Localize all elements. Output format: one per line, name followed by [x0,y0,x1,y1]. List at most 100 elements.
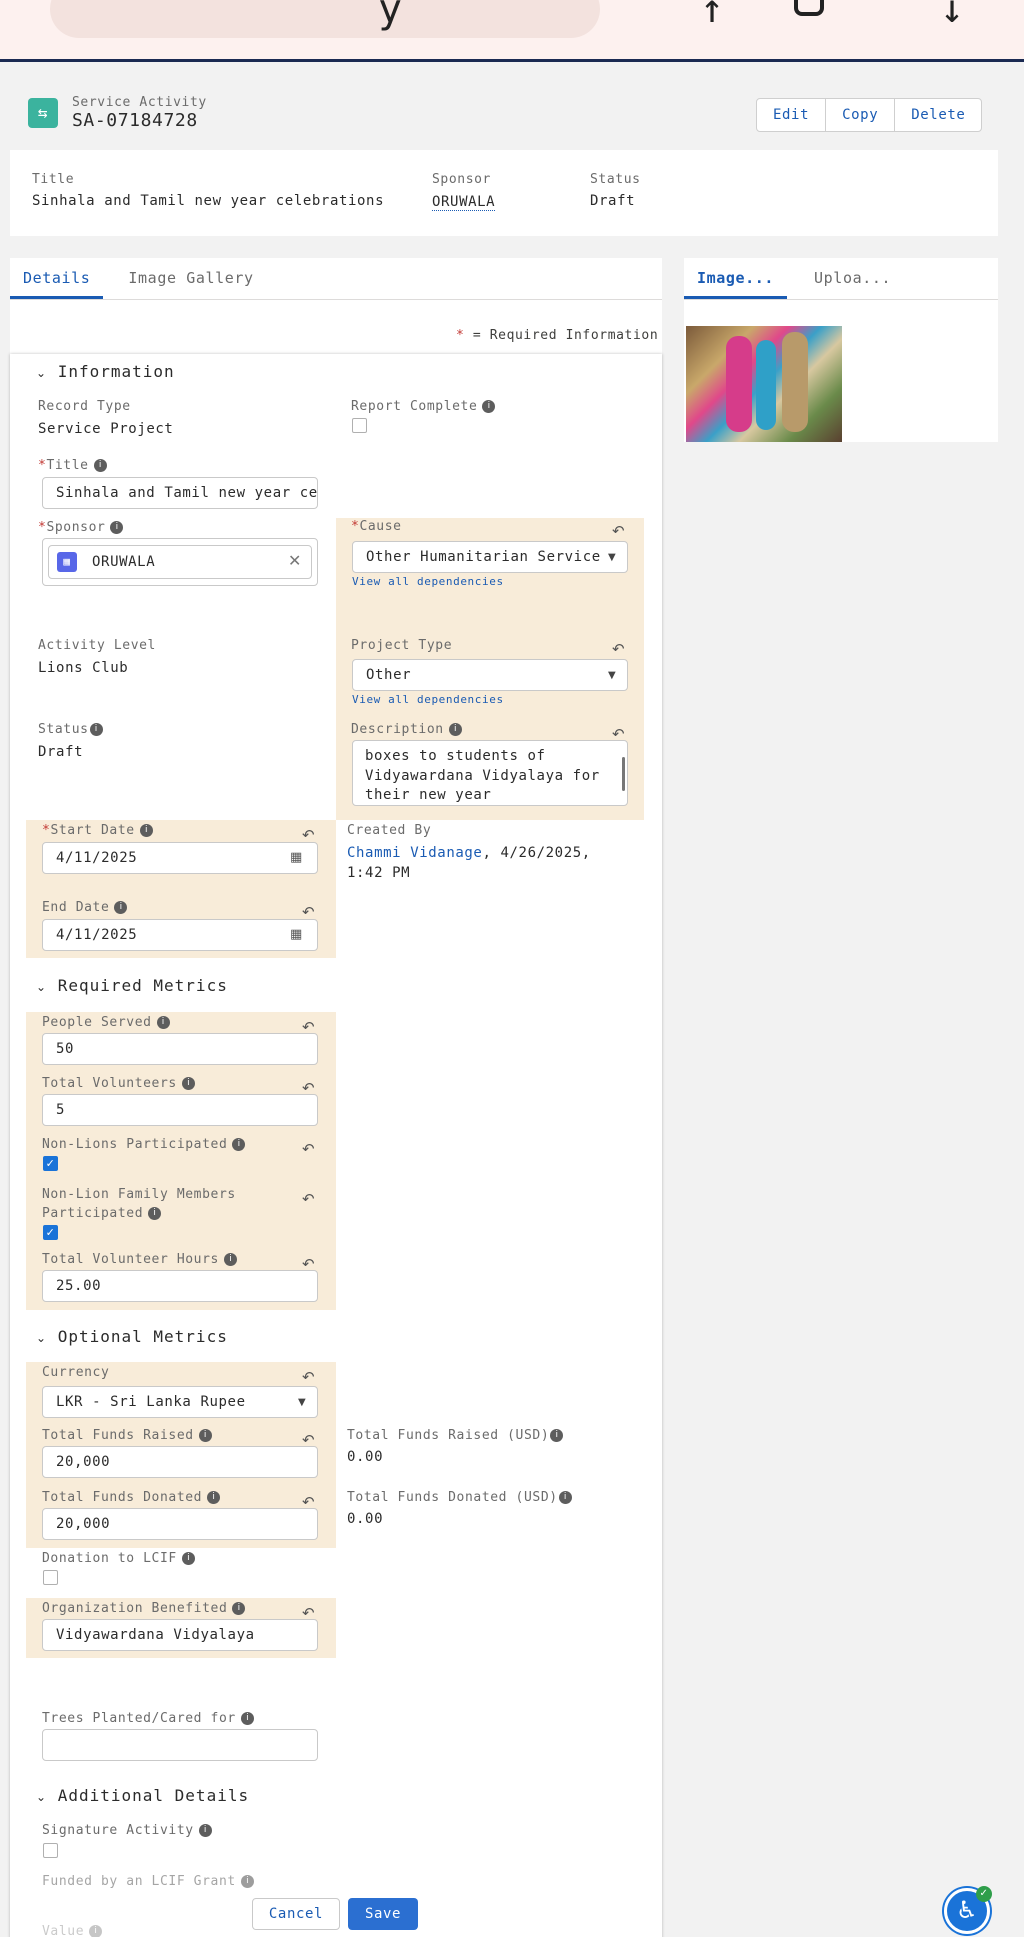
funds-donated-usd-label: Total Funds Donated (USD) i [347,1490,572,1505]
report-complete-checkbox[interactable] [352,418,367,433]
status-bar-pill [50,0,600,38]
delete-button[interactable]: Delete [895,99,981,131]
section-additional-details-title: Additional Details [57,1786,250,1805]
required-note-text: = Required Information [472,328,659,343]
tab-images[interactable]: Image... [684,258,788,299]
info-icon: i [240,1712,254,1725]
people-served-input[interactable]: 50 [42,1033,318,1065]
action-button-group: Edit Copy Delete [756,98,983,132]
total-volunteers-label: Total Volunteers i [42,1076,195,1091]
funds-donated-usd-label-text: Total Funds Donated (USD) [347,1490,558,1505]
activity-level-label: Activity Level [38,638,156,653]
report-complete-text: Report Complete [351,399,478,414]
highlight-sponsor-link[interactable]: ORUWALA [432,194,496,211]
info-icon: i [148,1207,162,1220]
title-label-text: Title [46,458,89,473]
calendar-icon[interactable]: ▦ [290,850,303,865]
trees-planted-input[interactable] [42,1729,318,1761]
info-icon: i [114,901,128,914]
save-button[interactable]: Save [348,1898,418,1930]
description-textarea[interactable]: boxes to students of Vidyawardana Vidyal… [352,740,628,806]
info-icon: i [207,1491,221,1504]
total-volunteers-input[interactable]: 5 [42,1094,318,1126]
status-label-text: Status [38,722,89,737]
tab-details[interactable]: Details [10,258,104,299]
info-icon: i [550,1429,564,1442]
gallery-thumbnail-image[interactable] [686,326,842,442]
section-information-header[interactable]: ⌄ Information [36,362,175,381]
undo-icon[interactable]: ↶ [612,640,625,658]
photo-figure-tan [782,332,808,432]
info-icon: i [482,400,496,413]
start-date-label: *Start Date i [42,823,153,838]
side-tabs: Image... Uploa... [684,258,998,300]
copy-button[interactable]: Copy [826,99,896,131]
record-type-label: Record Type [38,399,131,414]
currency-select[interactable]: LKR - Sri Lanka Rupee [42,1386,318,1418]
photo-figure-blue [756,340,776,430]
project-type-select[interactable]: Other [352,659,628,691]
title-field-label: *Title i [38,458,107,473]
cause-view-dependencies-link[interactable]: View all dependencies [352,575,504,588]
info-icon: i [240,1875,254,1888]
calendar-icon[interactable]: ▦ [290,927,303,942]
info-icon: i [198,1429,212,1442]
project-type-view-dependencies-link[interactable]: View all dependencies [352,693,504,706]
record-name: SA-07184728 [72,110,198,131]
funds-donated-label: Total Funds Donated i [42,1490,221,1505]
textarea-scrollbar[interactable] [622,757,625,791]
end-date-input[interactable]: 4/11/2025 [42,919,318,951]
signature-activity-label-text: Signature Activity [42,1823,194,1838]
description-field-label: Description i [351,722,462,737]
volunteer-hours-input[interactable]: 25.00 [42,1270,318,1302]
info-icon: i [89,723,103,736]
chevron-down-icon: ⌄ [36,366,48,380]
section-optional-metrics-header[interactable]: ⌄ Optional Metrics [36,1327,228,1346]
battery-icon [794,0,824,16]
people-served-label: People Served i [42,1015,170,1030]
organization-benefited-label: Organization Benefited i [42,1601,246,1616]
funds-donated-input[interactable]: 20,000 [42,1508,318,1540]
sponsor-lookup-pill[interactable]: ▦ ORUWALA [48,545,312,579]
undo-icon[interactable]: ↶ [302,1190,315,1208]
chevron-down-icon: ▼ [608,670,617,681]
non-lions-checkbox[interactable]: ✓ [43,1156,58,1171]
account-icon: ▦ [57,552,77,572]
info-icon: i [232,1602,246,1615]
chevron-down-icon: ⌄ [36,1790,48,1804]
volunteer-hours-label: Total Volunteer Hours i [42,1252,237,1267]
section-additional-details-header[interactable]: ⌄ Additional Details [36,1786,249,1805]
cancel-button[interactable]: Cancel [252,1898,340,1930]
signature-activity-checkbox[interactable] [43,1843,58,1858]
chevron-down-icon: ▼ [298,1397,307,1408]
tab-image-gallery[interactable]: Image Gallery [115,258,266,299]
title-input[interactable]: Sinhala and Tamil new year ce [42,477,318,509]
created-by-user-link[interactable]: Chammi Vidanage [347,845,482,861]
undo-icon[interactable]: ↶ [302,1368,315,1386]
funds-raised-usd-label: Total Funds Raised (USD) i [347,1428,564,1443]
trees-planted-label: Trees Planted/Cared for i [42,1711,254,1726]
edit-button[interactable]: Edit [757,99,827,131]
description-label-text: Description [351,722,444,737]
section-required-metrics-header[interactable]: ⌄ Required Metrics [36,976,228,995]
tab-upload[interactable]: Uploa... [801,258,904,299]
funds-raised-usd-value: 0.00 [347,1449,384,1465]
currency-select-value: LKR - Sri Lanka Rupee [56,1394,246,1410]
lcif-donation-label: Donation to LCIF i [42,1551,195,1566]
info-icon: i [156,1016,170,1029]
highlight-title-label: Title [32,172,75,187]
description-line: Vidyawardana Vidyalaya for [365,767,600,784]
chevron-down-icon: ⌄ [36,980,48,994]
status-value: Draft [38,744,84,760]
undo-icon[interactable]: ↶ [302,1140,315,1158]
start-date-input[interactable]: 4/11/2025 [42,842,318,874]
cause-select[interactable]: Other Humanitarian Service [352,541,628,573]
info-icon: i [198,1824,212,1837]
object-label: Service Activity [72,95,207,110]
undo-icon[interactable]: ↶ [612,522,625,540]
lcif-donation-checkbox[interactable] [43,1570,58,1585]
funds-raised-input[interactable]: 20,000 [42,1446,318,1478]
organization-benefited-input[interactable]: Vidyawardana Vidyalaya [42,1619,318,1651]
family-members-checkbox[interactable]: ✓ [43,1225,58,1240]
close-icon[interactable]: ✕ [288,551,302,570]
